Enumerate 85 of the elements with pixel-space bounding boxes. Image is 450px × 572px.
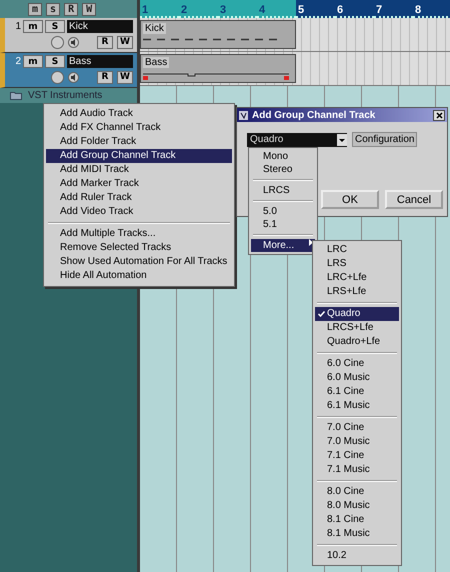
submenu-item[interactable]: 8.1 Music	[315, 527, 399, 541]
header-toggle[interactable]: s	[46, 2, 60, 16]
submenu-item[interactable]: Quadro	[315, 307, 399, 321]
menu-item[interactable]: Add MIDI Track	[46, 163, 232, 177]
dialog-title: Add Group Channel Track	[252, 110, 376, 120]
track-number: 1	[14, 21, 21, 32]
ruler-mark[interactable]: 8	[413, 0, 450, 18]
ruler-mark[interactable]: 7	[374, 0, 413, 18]
ruler-mark[interactable]: 1	[140, 0, 179, 18]
submenu-item[interactable]: 7.1 Music	[315, 463, 399, 477]
app-icon	[239, 110, 248, 120]
menu-item[interactable]: Remove Selected Tracks	[46, 241, 232, 255]
track-header[interactable]: 2 m S Bass R W	[0, 53, 137, 88]
read-button[interactable]: R	[97, 70, 113, 84]
dropdown-option[interactable]: 5.0	[251, 205, 315, 218]
track-name[interactable]: Bass	[67, 55, 133, 68]
submenu-item[interactable]: 6.1 Cine	[315, 385, 399, 399]
ruler-mark[interactable]: 2	[179, 0, 218, 18]
header-toggle[interactable]: W	[82, 2, 96, 16]
solo-button[interactable]: S	[45, 55, 65, 68]
ruler-mark[interactable]: 4	[257, 0, 296, 18]
header-toggle[interactable]: m	[28, 2, 42, 16]
mute-button[interactable]: m	[23, 55, 43, 68]
configuration-button[interactable]: Configuration	[352, 132, 418, 147]
record-icon[interactable]	[51, 70, 64, 84]
submenu-item[interactable]: LRS	[315, 257, 399, 271]
dropdown-option[interactable]: LRCS	[251, 184, 315, 197]
write-button[interactable]: W	[117, 36, 133, 48]
event-part[interactable]: Kick	[140, 20, 296, 49]
dropdown-option[interactable]: Stereo	[251, 163, 315, 176]
caret-icon	[337, 134, 347, 146]
menu-item[interactable]: Add Ruler Track	[46, 191, 232, 205]
menu-item[interactable]: Add Video Track	[46, 205, 232, 219]
submenu-item[interactable]: 10.2	[315, 549, 399, 563]
speaker-icon[interactable]	[68, 72, 79, 82]
track-name[interactable]: Kick	[67, 20, 133, 33]
part-name: Kick	[143, 23, 166, 34]
configuration-dropdown[interactable]: Quadro	[247, 132, 347, 146]
dialog-button[interactable]: Cancel	[385, 190, 443, 209]
speaker-icon[interactable]	[68, 36, 79, 48]
menu-item[interactable]: Add Audio Track	[46, 107, 232, 121]
submenu-item[interactable]: LRS+Lfe	[315, 285, 399, 299]
menu-item[interactable]: Add FX Channel Track	[46, 121, 232, 135]
dropdown-option[interactable]: Mono	[251, 150, 315, 163]
ruler-mark[interactable]: 3	[218, 0, 257, 18]
menu-item[interactable]: Add Marker Track	[46, 177, 232, 191]
read-button[interactable]: R	[97, 36, 113, 48]
menu-item[interactable]: Show Used Automation For All Tracks	[46, 255, 232, 269]
submenu-item[interactable]: LRC	[315, 243, 399, 257]
menu-item[interactable]: Add Multiple Tracks...	[46, 227, 232, 241]
folder-track[interactable]: VST Instruments	[0, 88, 137, 103]
write-button[interactable]: W	[117, 70, 133, 84]
folder-name: VST Instruments	[28, 90, 102, 101]
close-icon	[436, 112, 442, 118]
solo-button[interactable]: S	[45, 20, 65, 33]
submenu-item[interactable]: 8.0 Cine	[315, 485, 399, 499]
folder-icon	[10, 91, 22, 100]
track-number: 2	[14, 56, 21, 67]
event-part[interactable]: Bass	[140, 54, 296, 83]
ruler-mark[interactable]: 6	[335, 0, 374, 18]
submenu-item[interactable]: Quadro+Lfe	[315, 335, 399, 349]
submenu-arrow-icon	[309, 239, 313, 246]
submenu-item[interactable]: 6.0 Cine	[315, 357, 399, 371]
part-name: Bass	[143, 57, 170, 68]
dropdown-option[interactable]: 5.1	[251, 218, 315, 231]
mute-button[interactable]: m	[23, 20, 43, 33]
check-icon	[318, 311, 324, 317]
dialog-button[interactable]: OK	[321, 190, 379, 209]
submenu-item[interactable]: 7.1 Cine	[315, 449, 399, 463]
menu-item[interactable]: Hide All Automation	[46, 269, 232, 283]
submenu-item[interactable]: 8.0 Music	[315, 499, 399, 513]
submenu-item[interactable]: LRCS+Lfe	[315, 321, 399, 335]
close-button[interactable]	[433, 110, 445, 120]
menu-item[interactable]: Add Group Channel Track	[46, 149, 232, 163]
header-toggle[interactable]: R	[64, 2, 78, 16]
ruler-mark[interactable]: 5	[296, 0, 335, 18]
submenu-item[interactable]: 7.0 Cine	[315, 421, 399, 435]
dropdown-option[interactable]: More...	[251, 239, 315, 252]
record-icon[interactable]	[51, 36, 64, 48]
submenu-item[interactable]: 8.1 Cine	[315, 513, 399, 527]
submenu-item[interactable]: 6.1 Music	[315, 399, 399, 413]
submenu-item[interactable]: LRC+Lfe	[315, 271, 399, 285]
menu-item[interactable]: Add Folder Track	[46, 135, 232, 149]
submenu-item[interactable]: 7.0 Music	[315, 435, 399, 449]
submenu-item[interactable]: 6.0 Music	[315, 371, 399, 385]
